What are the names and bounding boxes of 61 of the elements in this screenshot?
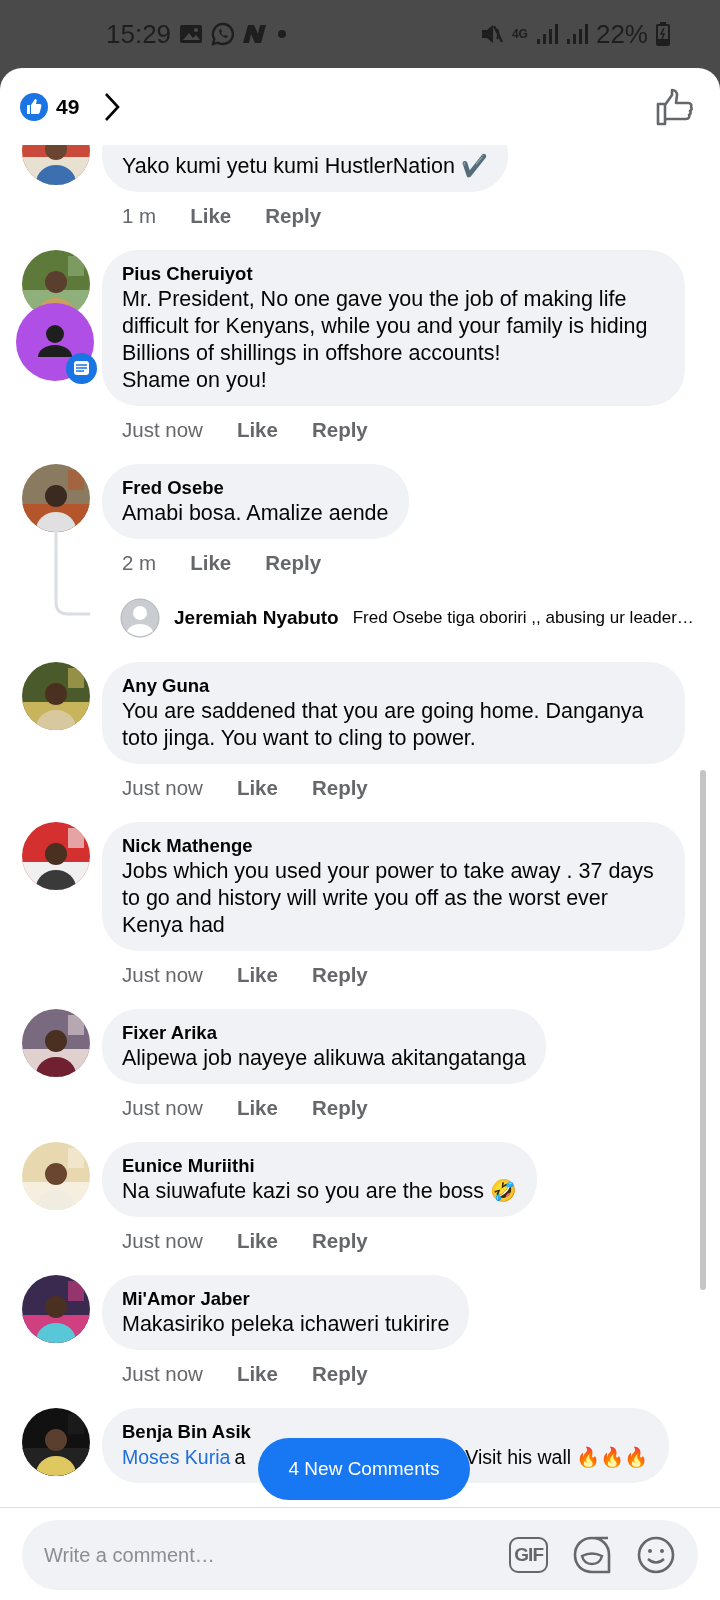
timestamp: Just now (122, 961, 203, 988)
like-link[interactable]: Like (236, 959, 278, 991)
comment-field[interactable]: Write a comment… GIF (22, 1520, 698, 1590)
reply-link[interactable]: Reply (311, 1092, 368, 1124)
reply-text: Fred Osebe tiga oboriri ,, abusing ur leader… (352, 607, 694, 630)
reply-link[interactable]: Reply (311, 772, 368, 804)
comment-text: Amabi bosa. Amalize aende (122, 500, 389, 527)
author-name[interactable]: Nick Mathenge (122, 834, 665, 858)
timestamp: Just now (122, 774, 203, 801)
like-link[interactable]: Like (236, 1092, 278, 1124)
sticker-icon[interactable] (572, 1535, 612, 1575)
notification-dot-icon (277, 29, 288, 39)
reaction-count[interactable]: 49 (56, 90, 80, 123)
reply-preview[interactable]: Jeremiah Nyabuto Fred Osebe tiga oboriri ,, abusing ur leader… (120, 598, 694, 638)
battery-icon (656, 22, 670, 46)
like-link[interactable]: Like (236, 414, 278, 446)
like-link[interactable]: Like (190, 200, 232, 232)
reply-author: Jeremiah Nyabuto (174, 605, 339, 630)
reply-link[interactable]: Reply (311, 1358, 368, 1390)
timestamp: Just now (122, 1094, 203, 1121)
reply-link[interactable]: Reply (311, 414, 368, 446)
chevron-right-icon[interactable] (103, 91, 122, 122)
reply-link[interactable]: Reply (265, 200, 322, 232)
like-link[interactable]: Like (236, 772, 278, 804)
thumbs-up-icon[interactable] (656, 87, 694, 126)
comment-text: You are saddened that you are going home. Danganya toto jinga. You want to cling to power. (122, 698, 645, 752)
author-name[interactable]: Fred Osebe (122, 476, 389, 500)
chat-head-icon[interactable] (16, 303, 98, 385)
author-name[interactable]: Mi'Amor Jaber (122, 1287, 450, 1311)
reply-link[interactable]: Reply (311, 959, 368, 991)
mute-icon (479, 22, 504, 46)
timestamp: 2 m (122, 549, 157, 576)
timestamp: Just now (122, 1227, 203, 1254)
like-link[interactable]: Like (190, 547, 232, 579)
author-name[interactable]: Fixer Arika (122, 1021, 526, 1045)
reply-link[interactable]: Reply (311, 1225, 368, 1257)
mention-link[interactable]: Moses Kuria (122, 1444, 231, 1471)
comment-text: Alipewa job nayeye alikuwa akitangatanga (122, 1045, 526, 1072)
comment-text: Na siuwafute kazi so you are the boss 🤣 (122, 1178, 518, 1205)
author-name[interactable]: Any Guna (122, 674, 665, 698)
like-link[interactable]: Like (236, 1225, 278, 1257)
chat-bubble-icon (211, 22, 236, 46)
timestamp: Just now (122, 416, 203, 443)
reply-link[interactable]: Reply (265, 547, 322, 579)
gif-button[interactable]: GIF (509, 1537, 548, 1573)
comment-text: Mr. President, No one gave you the job of making life difficult for Kenyans, while you and your family is hiding Billions of shillings in offshore accounts! Shame on you! (122, 286, 649, 394)
timestamp: 1 m (122, 202, 157, 229)
avatar-icon (120, 598, 160, 638)
emoji-icon[interactable] (636, 1535, 676, 1575)
comment-text: a (234, 1445, 246, 1470)
like-icon (20, 92, 48, 121)
author-name[interactable]: Pius Cheruiyot (122, 262, 665, 286)
like-link[interactable]: Like (236, 1358, 278, 1390)
author-name[interactable]: Eunice Muriithi (122, 1154, 518, 1178)
image-icon (179, 23, 204, 45)
signal-icon (565, 23, 588, 45)
comment-text: Jobs which you used your power to take away . 37 days to go and history will write you off as the worst ever Kenya had (122, 858, 655, 939)
comment-text: Yako kumi yetu kumi HustlerNation ✔ (122, 153, 488, 180)
comment-text: Makasiriko peleka ichaweri tukirire (122, 1311, 450, 1338)
signal-icon (535, 23, 558, 45)
timestamp: Just now (122, 1360, 203, 1387)
